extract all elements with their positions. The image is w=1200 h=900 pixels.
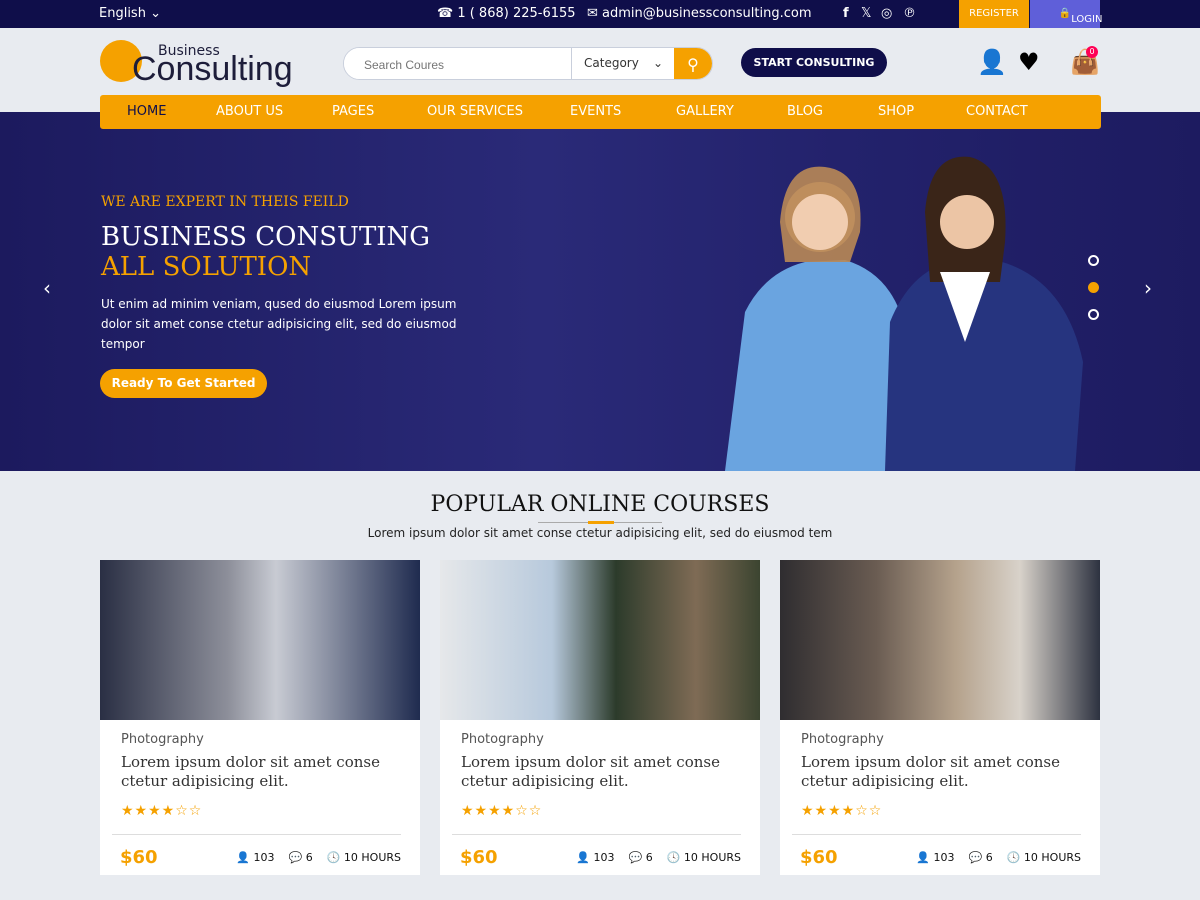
x-icon[interactable]: 𝕏 bbox=[861, 6, 871, 21]
clock-icon: 🕓 bbox=[326, 851, 341, 864]
instagram-icon[interactable]: ◎ bbox=[881, 6, 892, 21]
category-select[interactable]: Category ⌄ bbox=[571, 48, 675, 79]
section-subtitle: Lorem ipsum dolor sit amet conse ctetur … bbox=[367, 526, 833, 540]
nav-services[interactable]: OUR SERVICES bbox=[427, 104, 523, 119]
course-card[interactable]: Photography Lorem ipsum dolor sit amet c… bbox=[780, 560, 1100, 875]
hero-title: BUSINESS CONSUTING bbox=[101, 222, 431, 252]
slide-dot-active[interactable] bbox=[1088, 282, 1099, 293]
hero-people-image bbox=[725, 156, 1083, 471]
course-price: $60 bbox=[800, 847, 838, 868]
next-arrow-icon[interactable]: › bbox=[1144, 276, 1152, 300]
nav-gallery[interactable]: GALLERY bbox=[676, 104, 734, 119]
nav-pages[interactable]: PAGES bbox=[332, 104, 374, 119]
email[interactable]: ✉ admin@businessconsulting.com bbox=[587, 6, 812, 21]
facebook-icon[interactable]: f bbox=[843, 6, 849, 21]
slide-dot[interactable] bbox=[1088, 309, 1099, 320]
clock-icon: 🕓 bbox=[1006, 851, 1021, 864]
top-bar: English ⌄ ☎ 1 ( 868) 225-6155 ✉ admin@bu… bbox=[0, 0, 1200, 28]
rating-stars: ★★★★☆☆ bbox=[121, 803, 203, 819]
user-icon[interactable]: 👤 bbox=[977, 48, 1007, 76]
course-card[interactable]: Photography Lorem ipsum dolor sit amet c… bbox=[100, 560, 420, 875]
course-category: Photography bbox=[801, 732, 884, 747]
start-consulting-button[interactable]: START CONSULTING bbox=[741, 48, 887, 77]
clock-icon: 🕓 bbox=[666, 851, 681, 864]
prev-arrow-icon[interactable]: ‹ bbox=[43, 276, 51, 300]
rating-stars: ★★★★☆☆ bbox=[461, 803, 543, 819]
nav-about[interactable]: ABOUT US bbox=[216, 104, 283, 119]
phone: ☎ 1 ( 868) 225-6155 bbox=[437, 6, 576, 21]
comments-icon: 💬 bbox=[628, 851, 643, 864]
logo-main[interactable]: Consulting bbox=[132, 50, 293, 89]
divider bbox=[538, 521, 662, 524]
register-button[interactable]: REGISTER bbox=[959, 0, 1029, 28]
course-category: Photography bbox=[121, 732, 204, 747]
language-select[interactable]: English ⌄ bbox=[99, 6, 161, 21]
course-image bbox=[100, 560, 420, 720]
course-title[interactable]: Lorem ipsum dolor sit amet conse ctetur … bbox=[801, 753, 1091, 791]
course-title[interactable]: Lorem ipsum dolor sit amet conse ctetur … bbox=[121, 753, 411, 791]
cart-icon[interactable]: 👜 0 bbox=[1070, 46, 1100, 76]
course-image bbox=[780, 560, 1100, 720]
course-category: Photography bbox=[461, 732, 544, 747]
course-price: $60 bbox=[120, 847, 158, 868]
pinterest-icon[interactable]: ℗ bbox=[903, 6, 916, 21]
hero-title-accent: ALL SOLUTION bbox=[101, 252, 312, 282]
search-bar: Category ⌄ ⚲ bbox=[343, 47, 713, 80]
section-title: POPULAR ONLINE COURSES bbox=[430, 492, 770, 517]
course-title[interactable]: Lorem ipsum dolor sit amet conse ctetur … bbox=[461, 753, 751, 791]
nav-shop[interactable]: SHOP bbox=[878, 104, 914, 119]
cart-badge: 0 bbox=[1086, 46, 1098, 58]
nav-events[interactable]: EVENTS bbox=[570, 104, 621, 119]
comments-icon: 💬 bbox=[968, 851, 983, 864]
nav-home[interactable]: HOME bbox=[127, 104, 166, 119]
students-icon: 👤 bbox=[236, 851, 250, 864]
search-button[interactable]: ⚲ bbox=[674, 48, 712, 79]
course-image bbox=[440, 560, 760, 720]
search-input[interactable] bbox=[344, 48, 570, 79]
login-button[interactable]: 🔒 LOGIN bbox=[1030, 0, 1102, 28]
course-price: $60 bbox=[460, 847, 498, 868]
students-icon: 👤 bbox=[576, 851, 590, 864]
comments-icon: 💬 bbox=[288, 851, 303, 864]
students-icon: 👤 bbox=[916, 851, 930, 864]
hero-text: Ut enim ad minim veniam, qused do eiusmo… bbox=[101, 297, 457, 351]
nav-contact[interactable]: CONTACT bbox=[966, 104, 1028, 119]
slide-dot[interactable] bbox=[1088, 255, 1099, 266]
course-card[interactable]: Photography Lorem ipsum dolor sit amet c… bbox=[440, 560, 760, 875]
heart-icon[interactable]: ♥ bbox=[1018, 48, 1040, 76]
hero-subtitle: WE ARE EXPERT IN THEIS FEILD bbox=[101, 194, 349, 210]
rating-stars: ★★★★☆☆ bbox=[801, 803, 883, 819]
hero-slider: WE ARE EXPERT IN THEIS FEILD BUSINESS CO… bbox=[0, 112, 1200, 471]
chevron-down-icon: ⌄ bbox=[652, 56, 663, 70]
get-started-button[interactable]: Ready To Get Started bbox=[100, 369, 267, 398]
nav-blog[interactable]: BLOG bbox=[787, 104, 823, 119]
main-nav: HOME ABOUT US PAGES OUR SERVICES EVENTS … bbox=[100, 95, 1101, 129]
